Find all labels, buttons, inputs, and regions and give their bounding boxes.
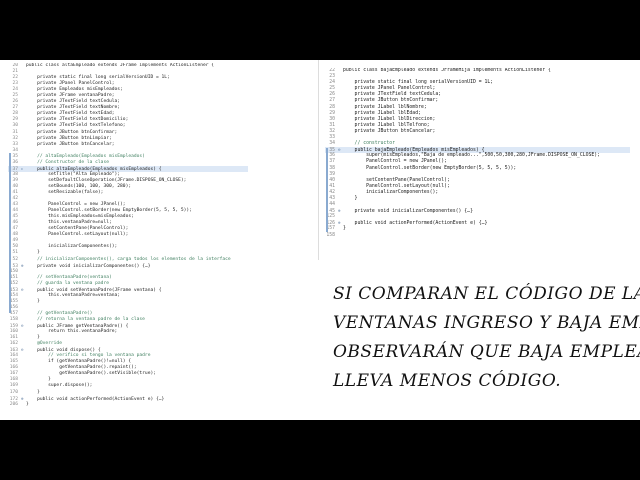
code-text: private JTextField textCedula; [26, 99, 121, 105]
code-text: this.ventanaPadre=ventana; [26, 292, 121, 298]
code-comment: // guarda la ventana padre [26, 280, 109, 286]
presentation-slide: 20 public class altaEmpleado extends JFra… [0, 60, 640, 420]
code-text: setResizable(false); [26, 189, 104, 195]
code-text: public class altaEmpleado extends JFrame… [26, 63, 215, 68]
code-text: } [26, 389, 40, 395]
code-text: if (getVentanaPadre()!=null) { [26, 359, 132, 365]
code-text: private JTextField textTelefono; [26, 123, 126, 129]
code-comment: // Constructor de la clase [26, 159, 109, 165]
code-comment: // retorna la ventana padre de la clase [26, 316, 145, 322]
code-text: } [343, 195, 358, 201]
code-text: return this.ventanaPadre; [26, 329, 118, 335]
editor-divider [318, 60, 319, 260]
code-text: private JTextField textEdad; [26, 111, 115, 117]
code-text: this.ventanaPadre=null; [26, 220, 112, 226]
code-text: super.dispose(); [26, 383, 93, 389]
code-text: setTitle("Alta Empleado"); [26, 171, 121, 177]
code-text: setDefaultCloseOperation(JFrame.DISPOSE_… [26, 177, 187, 183]
code-text: private JButton btnConfirmar; [343, 98, 439, 104]
code-text: getVentanaPadre().repaint(); [26, 365, 137, 371]
code-text: this.misEmpleados=misEmpleados; [26, 214, 134, 220]
line-number: 158 [326, 232, 335, 238]
code-text: private JLabel lblDireccion; [343, 116, 436, 122]
caption-line: LLEVA MENOS CÓDIGO. [333, 371, 562, 391]
code-text: private JLabel lblNombre; [343, 104, 427, 110]
code-text: PanelControl = new JPanel(); [343, 159, 447, 165]
code-text: PanelControl = new JPanel(); [26, 202, 126, 208]
code-comment: // setVentanaPadre(ventana) [26, 274, 112, 280]
code-text: getVentanaPadre().setVisible(true); [26, 371, 156, 377]
code-text: super(misEmpleados,"Baja de empleado..."… [343, 153, 601, 159]
code-text: setBounds(100, 100, 300, 280); [26, 183, 132, 189]
code-editor-alta-empleado[interactable]: 20 public class altaEmpleado extends JFra… [8, 63, 248, 407]
code-text: PanelControl.setBorder(new EmptyBorder(5… [343, 165, 517, 171]
code-line[interactable]: 158 [325, 233, 630, 239]
code-comment: // constructor [343, 141, 395, 147]
code-comment: @Override [26, 341, 62, 347]
code-text: private JButton btnCancelar; [343, 128, 436, 134]
code-text: private JLabel lblTelfono; [343, 122, 430, 128]
slide-caption: SI COMPARAN EL CÓDIGO DE LAS VENTANAS IN… [333, 280, 640, 396]
caption-line: SI COMPARAN EL CÓDIGO DE LAS [333, 284, 640, 304]
code-text: PanelControl.setLayout(null); [26, 232, 129, 238]
code-text: private JPanel PanelControl; [26, 81, 115, 87]
code-text: inicializarComponentes(); [343, 189, 439, 195]
code-text: private static final long serialVersionU… [26, 75, 170, 81]
code-text: PanelControl.setBorder(new EmptyBorder(5… [26, 208, 192, 214]
code-text: PanelControl.setLayout(null); [343, 183, 450, 189]
code-line[interactable]: 206} [8, 402, 248, 407]
code-text: public class bajaEmpleado extends JFrame… [343, 68, 551, 73]
change-marker [9, 153, 11, 313]
code-text: private JLabel lblEdad; [343, 110, 421, 116]
code-text: private JPanel PanelControl; [343, 86, 436, 92]
code-text: } [26, 250, 40, 256]
code-text: setContentPane(PanelControl); [26, 226, 129, 232]
code-text: inicializarComponentes(); [26, 244, 118, 250]
code-text: private JTextField textCedula; [343, 92, 442, 98]
code-text: private Empleados misEmpleados; [26, 87, 123, 93]
code-comment: // getVentanaPadre() [26, 310, 93, 316]
code-text: } [26, 401, 29, 407]
caption-line: VENTANAS INGRESO Y BAJA EMPLEADO [333, 313, 640, 333]
code-text: } [26, 298, 40, 304]
change-marker [326, 148, 328, 232]
code-text: private JButton btnLimpiar; [26, 135, 112, 141]
code-text: private JFrame ventanaPadre; [26, 93, 115, 99]
code-text: private JButton btnCancelar; [26, 141, 115, 147]
code-text: private JButton btnConfirmar; [26, 129, 118, 135]
code-comment: // verifico si tengo la ventana padre [26, 353, 151, 359]
code-text: } [26, 335, 40, 341]
code-editor-baja-empleado[interactable]: 22 public class bajaEmpleado extends JFra… [325, 68, 630, 261]
code-text: setContentPane(PanelControl); [343, 177, 450, 183]
code-comment: // altaEmpleado(Empleados misEmpleados) [26, 153, 145, 159]
code-text: } [343, 226, 346, 232]
code-comment: // inicializarComponentes(), carga todos… [26, 256, 231, 262]
caption-line: OBSERVARÁN QUE BAJA EMPLEADO [333, 342, 640, 362]
code-text: } [26, 377, 51, 383]
code-text: private static final long serialVersionU… [343, 80, 494, 86]
code-text: private JTextField textNombre; [26, 105, 121, 111]
line-number: 206 [9, 401, 18, 407]
code-text: private JTextField textDomicilio; [26, 117, 129, 123]
